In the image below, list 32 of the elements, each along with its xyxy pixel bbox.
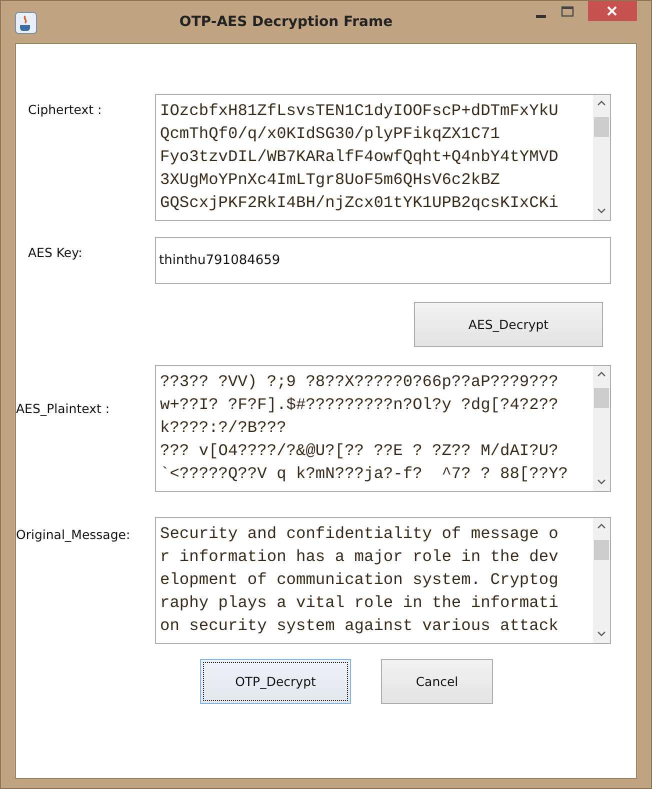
scrollbar[interactable]: [593, 518, 610, 643]
field-label: AES Key:: [28, 244, 84, 262]
text-line: 3XUgMoYPnXc4ImLTgr8UoF5m6QHsV6c2kBZ: [160, 170, 501, 191]
java-cup-icon: [15, 12, 37, 34]
text-line: r information has a major role in the dev: [160, 547, 560, 568]
text-line: Security and confidentiality of message o: [160, 524, 560, 545]
text-line: ??? v[O4????/?&@U?[?? ??E ? ?Z?? M/dAI?U?: [160, 441, 560, 462]
scrollbar[interactable]: [593, 95, 610, 220]
message-area[interactable]: [155, 517, 611, 644]
ciphertext-area[interactable]: IOzcbfxH81ZfLsvsTEN1C1dyIOOFscP+dDTmFxYkU QcmThQf0/q/x0KIdSG30/plyPFikqZX1C71 Fyo3tzvDIL/WB7KARalfF4owfQqht+Q4nbY4tYMVD 3XUgMoYPnXc4ImLTgr8UoF5m6QHsV6c2kBZ GQScxjPKF2RkI4BH/njZcx01tYK1UPB2qcsKIxCKi: [155, 94, 611, 221]
text-line: on security system against various attack: [160, 616, 560, 637]
text-line: GQScxjPKF2RkI4BH/njZcx01tYK1UPB2qcsKIxCKi: [160, 193, 560, 214]
text-line: Fyo3tzvDIL/WB7KARalfF4owfQqht+Q4nbY4tYMVD: [160, 147, 560, 168]
dialog-button[interactable]: OTP_Decrypt: [200, 659, 351, 704]
close-button[interactable]: [588, 1, 637, 21]
text-line: ??3?? ?VV) ?;9 ?8??X?????0?66p??aP???9???: [160, 372, 560, 393]
text-line: k????:?/?B???: [160, 418, 288, 439]
text-line: raphy plays a vital role in the informati: [160, 593, 560, 614]
scrollbar[interactable]: [593, 366, 610, 491]
dialog-button[interactable]: Cancel: [381, 659, 493, 704]
key-input-field[interactable]: thinthu791084659: [155, 237, 611, 284]
text-line: IOzcbfxH81ZfLsvsTEN1C1dyIOOFscP+dDTmFxYkU: [160, 101, 560, 122]
field-label: Ciphertext :: [28, 101, 103, 119]
window-title: OTP-AES Decryption Frame: [179, 14, 393, 30]
field-label: Original_Message:: [16, 526, 132, 544]
text-line: QcmThQf0/q/x0KIdSG30/plyPFikqZX1C71: [160, 124, 501, 145]
text-line: w+??I? ?F?F].$#?????????n?Ol?y ?dg[?4?2??: [160, 395, 560, 416]
text-line: `<?????Q??V q k?mN???ja?-f? ^7? ? 88[??Y?: [160, 464, 569, 485]
field-label: AES_Plaintext :: [16, 400, 111, 418]
text-line: elopment of communication system. Cryptog: [160, 570, 560, 591]
plaintext-area[interactable]: ??3?? ?VV) ?;9 ?8??X?????0?66p??aP???9??? w+??I? ?F?F].$#?????????n?Ol?y ?dg[?4?2?? k????:?/?B??? ??? v[O4????/?&@U?[?? ??E ? ?Z?? M/dAI?U? `<?????Q??V q k?mN???ja?-f? ^7? ? 88[??Y?: [155, 365, 611, 492]
aes-decrypt-button[interactable]: AES_Decrypt: [414, 302, 603, 347]
